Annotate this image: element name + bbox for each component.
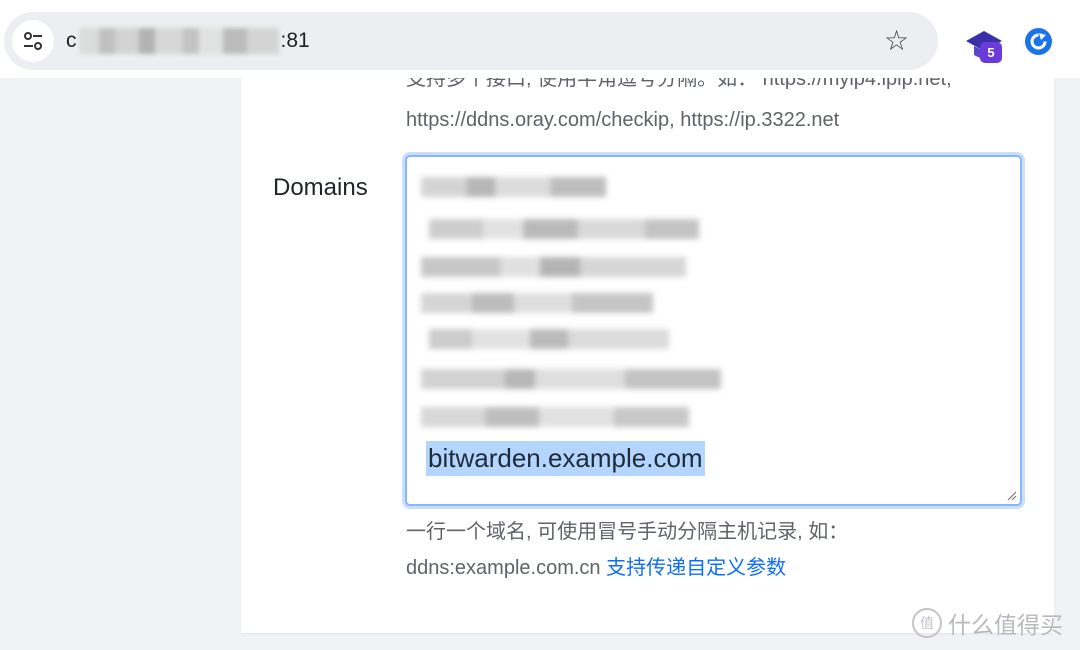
refresh-circle-extension-icon[interactable] [1025,28,1052,55]
site-info-button[interactable] [12,20,54,62]
watermark-logo-icon: 值 [912,608,942,638]
redacted-domain-line [421,293,653,313]
redacted-domain-line [429,219,699,239]
address-bar[interactable]: c :81 [4,12,938,70]
ip-url-help-text: 支持多个接口, 使用半角逗号分隔。如： https://myip4.ipip.n… [406,78,1026,136]
settings-card: 支持多个接口, 使用半角逗号分隔。如： https://myip4.ipip.n… [241,78,1054,633]
watermark-text: 什么值得买 [948,612,1063,638]
ip-help-line2: https://ddns.oray.com/checkip, https://i… [406,109,840,131]
redacted-domain-line [421,369,721,389]
domains-textarea[interactable]: bitwarden.example.com [405,155,1022,506]
domains-help-line1: 一行一个域名, 可使用冒号手动分隔主机记录, 如： [406,521,849,543]
star-outline-icon[interactable]: ☆ [884,27,909,55]
watermark: 值 什么值得买 [912,606,1063,640]
redacted-domain-line [421,177,606,197]
domains-help-example: ddns:example.com.cn [406,557,601,579]
url-redacted [78,28,279,54]
domains-label: Domains [273,174,368,201]
browser-toolbar: c :81 ☆ 5 [0,0,1080,78]
url-port: :81 [280,29,310,52]
ip-help-line1: 支持多个接口, 使用半角逗号分隔。如： https://myip4.ipip.n… [406,78,952,90]
url-prefix: c [66,29,77,52]
tune-icon [24,32,42,50]
redacted-domain-line [429,329,669,349]
redacted-domain-line [421,407,689,427]
extension-badge: 5 [980,42,1002,63]
url-text[interactable]: c :81 [66,12,310,70]
domains-help-text: 一行一个域名, 可使用冒号手动分隔主机记录, 如： ddns:example.c… [406,514,1026,586]
resize-grip-icon[interactable] [1007,491,1017,501]
selected-domain-text[interactable]: bitwarden.example.com [426,441,705,476]
custom-params-link[interactable]: 支持传递自定义参数 [606,557,786,579]
redacted-domain-line [421,257,686,277]
domains-help-line2: ddns:example.com.cn 支持传递自定义参数 [406,550,1026,586]
